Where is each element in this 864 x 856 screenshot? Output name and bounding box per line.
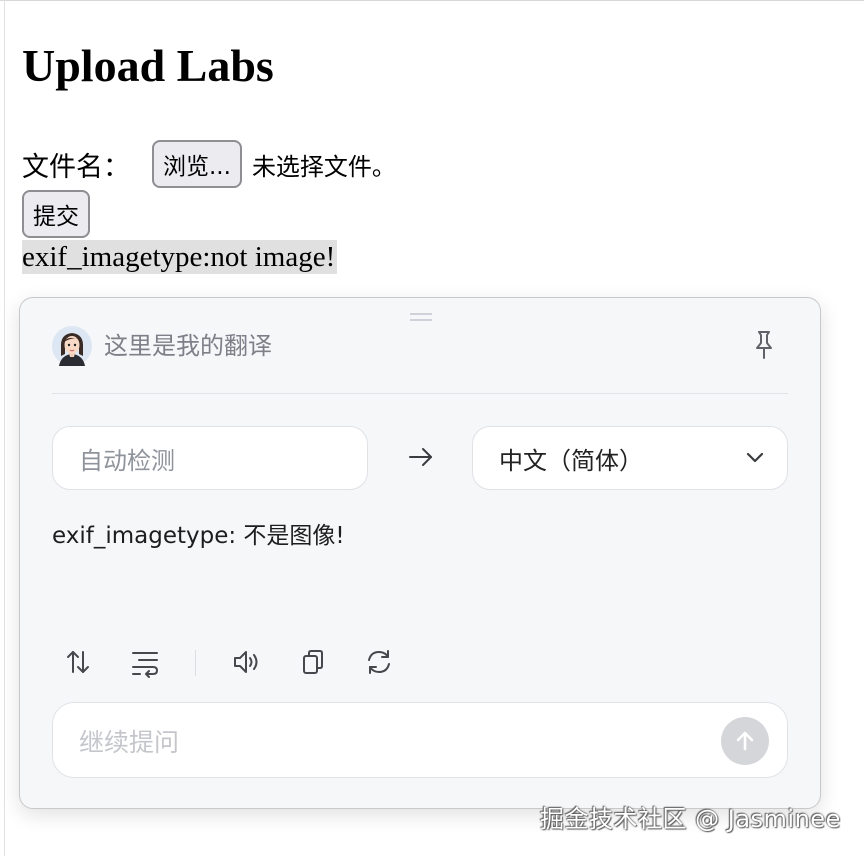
speaker-icon[interactable] <box>230 646 262 678</box>
translation-popup: 这里是我的翻译 自动检测 中文（简体） exif_imagetype: 不是图像… <box>19 297 821 809</box>
frame-left-border <box>4 0 5 856</box>
header-divider <box>52 393 788 394</box>
result-message: exif_imagetype:not image! <box>22 240 338 274</box>
follow-up-input[interactable] <box>77 723 681 761</box>
translation-text: exif_imagetype: 不是图像! <box>52 523 345 549</box>
file-name-label: 文件名： <box>22 151 130 183</box>
swap-icon[interactable] <box>62 646 94 678</box>
submit-button[interactable]: 提交 <box>22 190 90 238</box>
wrap-text-icon[interactable] <box>129 646 161 678</box>
send-arrow-icon <box>736 731 754 751</box>
pin-icon[interactable] <box>748 328 780 362</box>
refresh-icon[interactable] <box>363 646 395 678</box>
send-button[interactable] <box>721 717 769 765</box>
avatar <box>52 326 92 366</box>
drag-handle-icon[interactable] <box>410 313 432 321</box>
source-language-label: 自动检测 <box>79 446 175 475</box>
target-language-select[interactable]: 中文（简体） <box>472 426 788 490</box>
frame-top-border <box>0 0 864 1</box>
toolbar-separator <box>195 650 196 676</box>
page-title: Upload Labs <box>22 40 274 91</box>
target-language-label: 中文（简体） <box>499 446 643 475</box>
popup-title: 这里是我的翻译 <box>104 332 272 360</box>
arrow-right-icon <box>409 448 432 466</box>
file-upload-row: 文件名： 浏览... 未选择文件。 <box>22 140 396 188</box>
chevron-down-icon <box>746 452 764 463</box>
copy-icon[interactable] <box>297 646 329 678</box>
browse-button[interactable]: 浏览... <box>152 140 242 188</box>
source-language-select[interactable]: 自动检测 <box>52 426 368 490</box>
follow-up-box <box>52 702 788 778</box>
watermark: 掘金技术社区 @ Jasminee <box>540 805 841 833</box>
file-status-text: 未选择文件。 <box>251 152 396 181</box>
